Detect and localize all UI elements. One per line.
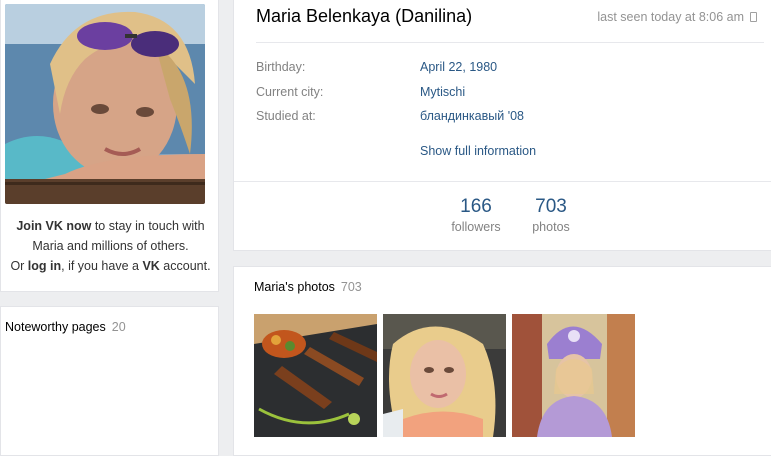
- join-vk-link[interactable]: Join VK now: [16, 219, 91, 233]
- avatar-card: Join VK now to stay in touch with Maria …: [0, 0, 219, 292]
- profile-card: Maria Belenkaya (Danilina) last seen tod…: [233, 0, 771, 251]
- show-full-information-link[interactable]: Show full information: [420, 144, 536, 158]
- followers-counter[interactable]: 166 followers: [441, 196, 511, 234]
- join-line-3-mid: , if you have a: [61, 259, 143, 273]
- join-line-3-pre: Or: [10, 259, 28, 273]
- followers-label: followers: [451, 220, 501, 234]
- birthday-label: Birthday:: [256, 60, 306, 74]
- profile-avatar[interactable]: [5, 4, 205, 204]
- photos-header-count: 703: [340, 280, 362, 294]
- photos-header[interactable]: Maria's photos 703: [254, 280, 362, 294]
- join-line-3: Or log in, if you have a VK account.: [1, 256, 220, 276]
- photo-thumbnail-food[interactable]: [254, 314, 377, 437]
- photos-count: 703: [535, 196, 567, 217]
- noteworthy-card: Noteworthy pages 20: [0, 306, 219, 456]
- city-value[interactable]: Mytischi: [420, 85, 465, 99]
- photos-card: Maria's photos 703: [233, 266, 771, 456]
- photos-counter[interactable]: 703 photos: [521, 196, 581, 234]
- name-divider: [256, 42, 764, 43]
- noteworthy-title: Noteworthy pages: [5, 320, 106, 334]
- last-seen-status: last seen today at 8:06 am: [597, 10, 757, 24]
- profile-name: Maria Belenkaya (Danilina): [256, 6, 473, 26]
- join-line-2: Maria and millions of others.: [32, 239, 189, 253]
- birthday-value[interactable]: April 22, 1980: [420, 60, 497, 74]
- join-line-1-text: to stay in touch with: [91, 219, 205, 233]
- photos-label: photos: [532, 220, 570, 234]
- login-link[interactable]: log in: [28, 259, 61, 273]
- city-label: Current city:: [256, 85, 324, 99]
- photo-thumbnail-costume[interactable]: [512, 314, 635, 437]
- join-line-3-post: account.: [159, 259, 211, 273]
- last-seen-text: last seen today at 8:06 am: [597, 10, 744, 24]
- photo-thumbnail-selfie[interactable]: [383, 314, 506, 437]
- studied-label: Studied at:: [256, 109, 316, 123]
- vk-brand-text: VK: [142, 259, 160, 273]
- noteworthy-count: 20: [111, 320, 126, 334]
- studied-value[interactable]: бландинкавый '08: [420, 109, 524, 123]
- counters-divider: [234, 181, 771, 182]
- mobile-phone-icon: [750, 12, 757, 22]
- photos-title: Maria's photos: [254, 280, 335, 294]
- noteworthy-header[interactable]: Noteworthy pages 20: [5, 320, 126, 334]
- join-line-1: Join VK now to stay in touch with: [1, 216, 220, 236]
- followers-count: 166: [460, 196, 492, 217]
